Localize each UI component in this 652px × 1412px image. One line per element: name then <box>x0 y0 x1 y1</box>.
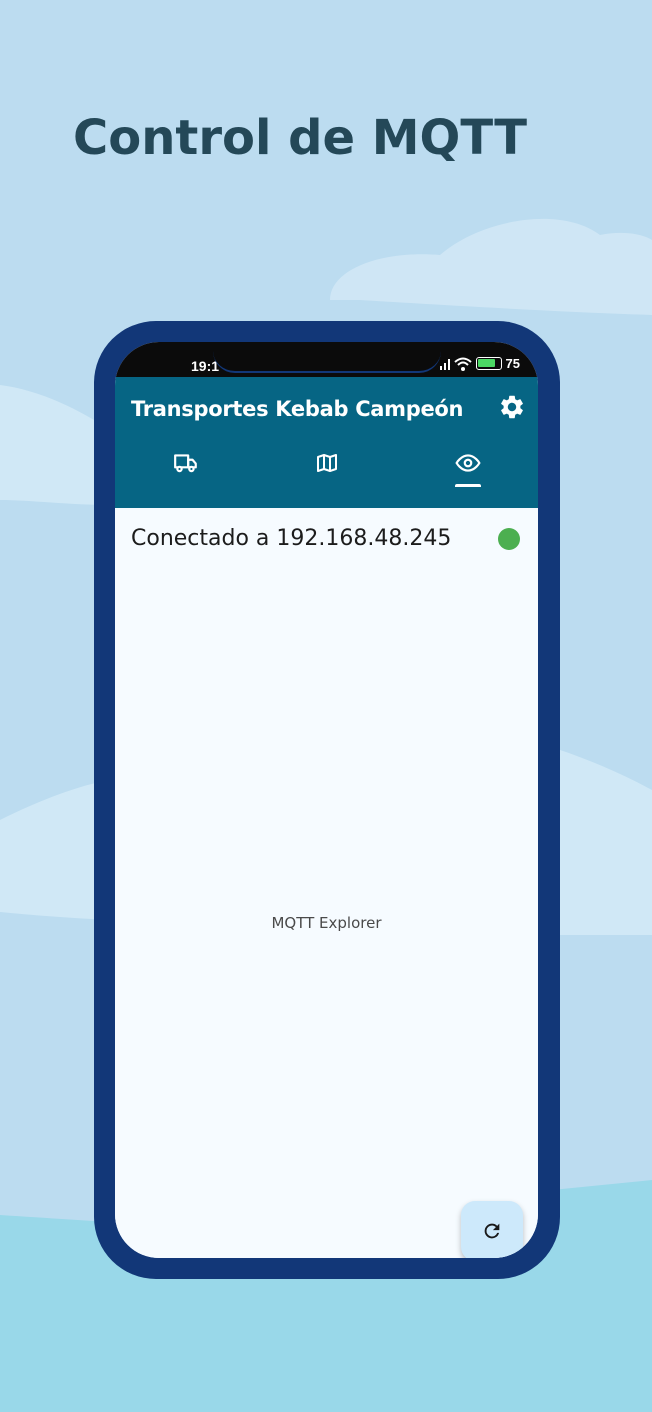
battery-icon <box>475 357 502 370</box>
mqtt-explorer-label: MQTT Explorer <box>271 914 382 932</box>
eye-icon <box>454 454 481 472</box>
truck-icon <box>173 454 197 473</box>
gear-icon <box>501 395 523 419</box>
promo-headline: Control de MQTT <box>73 110 527 166</box>
tab-vehicles[interactable] <box>115 439 256 487</box>
connection-text: Conectado a 192.168.48.245 <box>131 526 452 551</box>
tab-map[interactable] <box>256 439 397 487</box>
phone-notch <box>213 342 441 373</box>
settings-button[interactable] <box>498 393 526 421</box>
map-icon <box>316 454 337 472</box>
app-bar: Transportes Kebab Campeón <box>115 377 538 508</box>
refresh-button[interactable] <box>461 1201 523 1258</box>
status-icons: 75 <box>439 356 520 371</box>
tab-mqtt[interactable] <box>397 439 538 487</box>
refresh-icon <box>484 1223 500 1239</box>
battery-percentage: 75 <box>505 356 520 371</box>
wifi-icon <box>453 357 472 371</box>
tab-selected-indicator <box>454 484 481 487</box>
main-content: Conectado a 192.168.48.245 MQTT Explorer <box>115 508 538 1258</box>
phone-screen: 19:1 75 Transportes Kebab Campeón Conect… <box>115 342 538 1258</box>
connection-status-row: Conectado a 192.168.48.245 <box>131 526 522 551</box>
phone-frame: 19:1 75 Transportes Kebab Campeón Conect… <box>94 321 560 1279</box>
app-title: Transportes Kebab Campeón <box>131 397 464 421</box>
signal-icon <box>439 358 450 370</box>
connection-status-dot <box>498 527 520 550</box>
tab-bar <box>115 439 538 487</box>
